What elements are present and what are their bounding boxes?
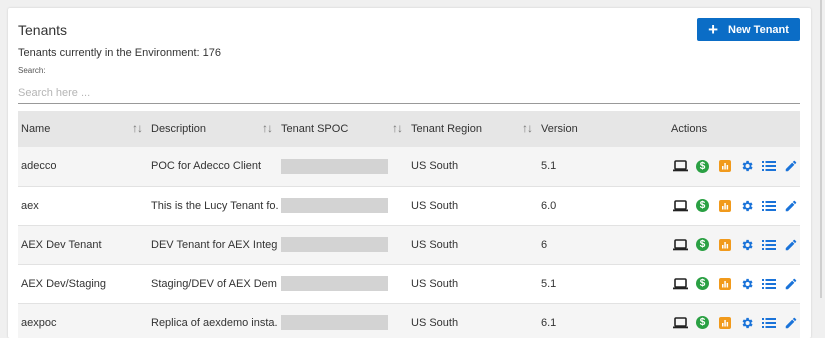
chart-icon[interactable] [717, 237, 732, 252]
table-row[interactable]: aexpoc Replica of aexdemo insta... US Sout… [18, 303, 800, 338]
cell-actions: $ [668, 225, 800, 264]
cell-region: US South [411, 277, 459, 290]
cell-spoc [278, 225, 408, 264]
plus-icon: + [708, 20, 718, 39]
cell-spoc [278, 264, 408, 303]
search-label: Search: [18, 66, 46, 75]
sort-icon[interactable]: ↑↓ [522, 121, 533, 135]
page-title: Tenants [18, 22, 68, 38]
new-tenant-label: New Tenant [728, 23, 789, 36]
cell-description: Replica of aexdemo insta... [151, 316, 278, 329]
table-header-row: Name ↑↓ Description ↑↓ Tenant SPOC ↑↓ Te… [18, 111, 800, 147]
row-actions: $ [671, 198, 800, 213]
cell-actions: $ [668, 186, 800, 225]
cell-actions: $ [668, 147, 800, 186]
column-header-name[interactable]: Name ↑↓ [18, 111, 148, 147]
laptop-icon[interactable] [673, 237, 688, 252]
dollar-icon[interactable]: $ [695, 159, 710, 174]
cell-region: US South [411, 160, 459, 173]
dollar-icon[interactable]: $ [695, 198, 710, 213]
table-row[interactable]: adecco POC for Adecco Client US South 5.1 $ [18, 147, 800, 186]
cell-actions: $ [668, 303, 800, 338]
list-icon[interactable] [761, 159, 776, 174]
cell-version: 5.1 [541, 160, 557, 173]
cell-version: 6 [541, 238, 548, 251]
tenants-table: Name ↑↓ Description ↑↓ Tenant SPOC ↑↓ Te… [18, 111, 800, 338]
cell-description: DEV Tenant for AEX Integr... [151, 238, 278, 251]
cell-version: 6.0 [541, 199, 557, 212]
cell-description: POC for Adecco Client [151, 160, 262, 173]
sort-icon[interactable]: ↑↓ [392, 121, 403, 135]
redacted-spoc [281, 276, 388, 291]
row-actions: $ [671, 276, 800, 291]
pencil-icon[interactable] [783, 198, 798, 213]
redacted-spoc [281, 158, 388, 174]
gear-icon[interactable] [739, 315, 754, 330]
redacted-spoc [281, 198, 388, 213]
gear-icon[interactable] [739, 237, 754, 252]
sort-icon[interactable]: ↑↓ [132, 121, 143, 135]
dollar-icon[interactable]: $ [695, 276, 710, 291]
laptop-icon[interactable] [673, 276, 688, 291]
cell-region: US South [411, 238, 459, 251]
table-row[interactable]: AEX Dev/Staging Staging/DEV of AEX Dem...… [18, 264, 800, 303]
pencil-icon[interactable] [783, 159, 798, 174]
dollar-icon[interactable]: $ [695, 237, 710, 252]
gear-icon[interactable] [739, 198, 754, 213]
cell-description: This is the Lucy Tenant fo... [151, 199, 278, 212]
cell-spoc [278, 303, 408, 338]
cell-spoc [278, 147, 408, 186]
scrollbar-thumb[interactable] [820, 0, 822, 298]
gear-icon[interactable] [739, 276, 754, 291]
table-row[interactable]: aex This is the Lucy Tenant fo... US South… [18, 186, 800, 225]
list-icon[interactable] [761, 237, 776, 252]
chart-icon[interactable] [717, 315, 732, 330]
row-actions: $ [671, 315, 800, 330]
redacted-spoc [281, 315, 388, 330]
laptop-icon[interactable] [673, 198, 688, 213]
laptop-icon[interactable] [673, 159, 688, 174]
column-header-region[interactable]: Tenant Region ↑↓ [408, 111, 538, 147]
table-row[interactable]: AEX Dev Tenant DEV Tenant for AEX Integr.… [18, 225, 800, 264]
chart-icon[interactable] [717, 159, 732, 174]
cell-name: AEX Dev/Staging [21, 277, 106, 290]
cell-name: AEX Dev Tenant [21, 238, 102, 251]
pencil-icon[interactable] [783, 237, 798, 252]
cell-version: 5.1 [541, 277, 557, 290]
row-actions: $ [671, 159, 800, 174]
column-header-actions: Actions [671, 123, 708, 135]
dollar-icon[interactable]: $ [695, 315, 710, 330]
cell-version: 6.1 [541, 316, 557, 329]
chart-icon[interactable] [717, 276, 732, 291]
chart-icon[interactable] [717, 198, 732, 213]
new-tenant-button[interactable]: + New Tenant [697, 18, 800, 41]
gear-icon[interactable] [739, 159, 754, 174]
column-header-version: Version [541, 123, 578, 135]
redacted-spoc [281, 237, 388, 252]
cell-name: aexpoc [21, 316, 57, 329]
cell-actions: $ [668, 264, 800, 303]
cell-region: US South [411, 316, 459, 329]
column-header-description[interactable]: Description ↑↓ [148, 111, 278, 147]
cell-name: adecco [21, 160, 57, 173]
cell-description: Staging/DEV of AEX Dem... [151, 277, 278, 290]
search-input[interactable] [18, 82, 800, 104]
cell-spoc [278, 186, 408, 225]
laptop-icon[interactable] [673, 315, 688, 330]
list-icon[interactable] [761, 198, 776, 213]
row-actions: $ [671, 237, 800, 252]
tenant-count: Tenants currently in the Environment: 17… [18, 47, 222, 59]
list-icon[interactable] [761, 276, 776, 291]
pencil-icon[interactable] [783, 315, 798, 330]
list-icon[interactable] [761, 315, 776, 330]
cell-name: aex [21, 199, 39, 212]
column-header-spoc[interactable]: Tenant SPOC ↑↓ [278, 111, 408, 147]
cell-region: US South [411, 199, 459, 212]
pencil-icon[interactable] [783, 276, 798, 291]
tenants-card: Tenants + New Tenant Tenants currently i… [8, 8, 811, 338]
sort-icon[interactable]: ↑↓ [262, 121, 273, 135]
